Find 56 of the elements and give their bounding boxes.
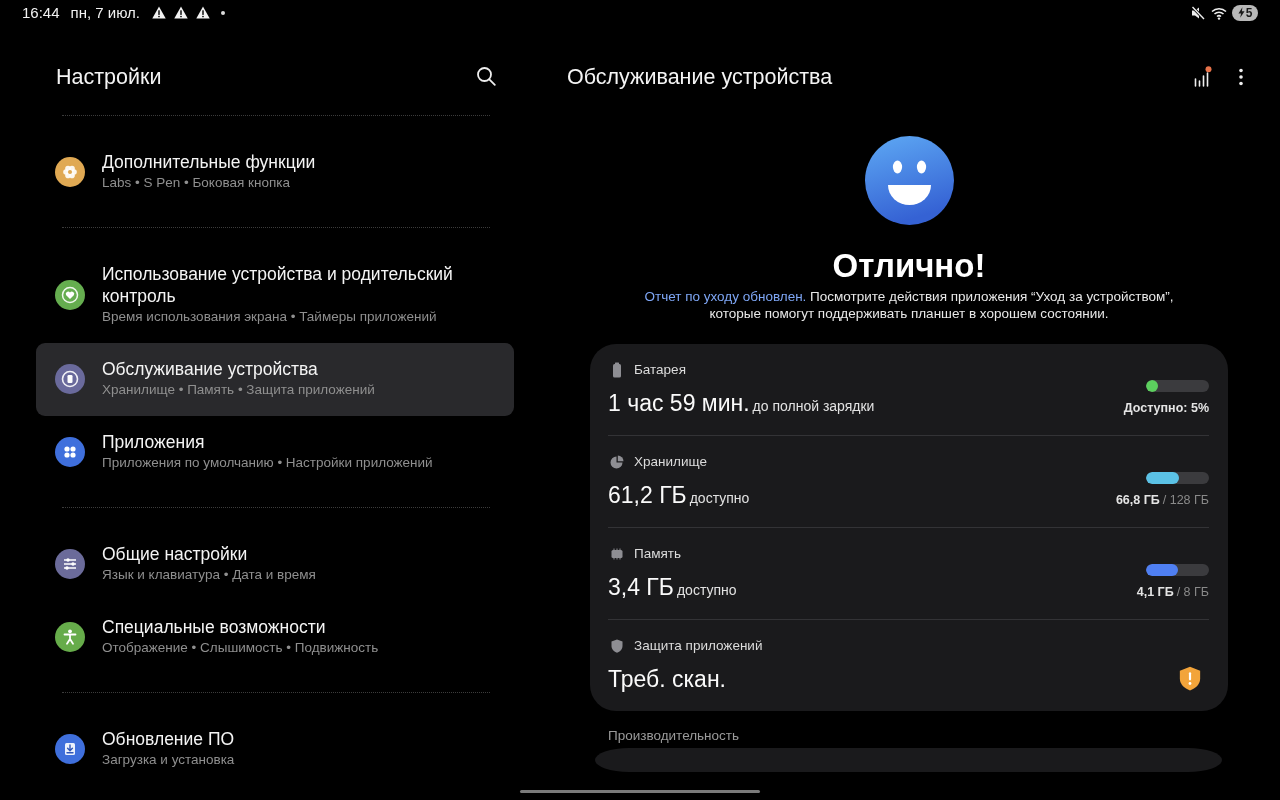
shield-icon [610, 638, 624, 654]
item-subtitle: Язык и клавиатура • Дата и время [102, 566, 316, 584]
section-unit: доступно [676, 581, 737, 599]
section-value: 3,4 ГБ [608, 573, 674, 601]
item-subtitle: Время использования экрана • Таймеры приложений [102, 308, 438, 326]
item-title: Обслуживание устройства [102, 358, 319, 380]
item-subtitle: Хранилище • Память • Защита приложений [102, 381, 375, 399]
wifi-icon [1211, 5, 1227, 20]
smiley-face-icon [864, 136, 954, 225]
item-title: Дополнительные функции [102, 151, 316, 173]
status-date: пн, 7 июл. [70, 4, 141, 21]
settings-item[interactable]: Обслуживание устройства Хранилище • Память • Защита приложений [36, 343, 514, 416]
item-subtitle: Приложения по умолчанию • Настройки приложений [102, 454, 433, 472]
report-link[interactable]: Отчет по уходу обновлен. [644, 289, 807, 304]
section-label: Батарея [634, 361, 686, 379]
reading-text: 4,1 ГБ [1136, 584, 1174, 601]
section-label: Хранилище [634, 453, 707, 471]
section-value: 61,2 ГБ [608, 481, 687, 509]
total-text: / 8 ГБ [1176, 584, 1209, 601]
bar-chart-icon[interactable] [1194, 66, 1212, 87]
item-title: Обновление ПО [102, 728, 235, 750]
reading-text: Доступно: 5% [1123, 400, 1209, 417]
section-unit: доступно [689, 489, 750, 507]
search-icon[interactable] [476, 66, 496, 86]
section-value: 1 час 59 мин. [608, 389, 750, 417]
pie-chart-icon [610, 454, 624, 470]
page-title: Обслуживание устройства [567, 64, 833, 91]
chip-icon [610, 546, 624, 562]
section-label: Память [634, 545, 682, 563]
battery-icon [610, 362, 624, 378]
item-title: Использование устройства и родительский контроль [102, 263, 454, 307]
section-heading: Производительность [608, 727, 740, 745]
total-text: / 128 ГБ [1162, 492, 1209, 509]
settings-item[interactable]: Приложения Приложения по умолчанию • Настройки приложений [36, 416, 514, 489]
more-options-icon[interactable] [1238, 67, 1244, 86]
settings-item[interactable]: Общие настройки Язык и клавиатура • Дата и время [36, 528, 514, 601]
item-title: Общие настройки [102, 543, 249, 565]
settings-item[interactable]: Обновление ПО Загрузка и установка [36, 713, 514, 786]
section-label: Защита приложений [634, 637, 763, 655]
report-text: Отчет по уходу обновлен. Посмотрите действия приложения “Уход за устройством”, которые помогут поддерживать планшет в хорошем состоянии. [643, 288, 1175, 322]
item-title: Специальные возможности [102, 616, 327, 638]
status-time: 16:44 [22, 4, 60, 21]
item-subtitle: Labs • S Pen • Боковая кнопка [102, 174, 291, 192]
item-title: Приложения [102, 431, 206, 453]
settings-item[interactable]: Дополнительные функции Labs • S Pen • Боковая кнопка [36, 136, 514, 209]
item-subtitle: Отображение • Слышимость • Подвижность [102, 639, 379, 657]
reading-text: 66,8 ГБ [1115, 492, 1160, 509]
status-heading: Отлично! [832, 246, 986, 286]
settings-item[interactable]: Использование устройства и родительский контроль Время использования экрана • Таймеры приложений [36, 248, 514, 343]
section-value: Треб. скан. [608, 665, 726, 693]
battery-percent: 5 [1245, 5, 1253, 20]
settings-title: Настройки [56, 64, 162, 91]
navigation-handle[interactable] [520, 790, 760, 793]
section-unit: до полной зарядки [752, 397, 875, 415]
item-subtitle: Загрузка и установка [102, 751, 235, 769]
settings-item[interactable]: Специальные возможности Отображение • Слышимость • Подвижность [36, 601, 514, 674]
